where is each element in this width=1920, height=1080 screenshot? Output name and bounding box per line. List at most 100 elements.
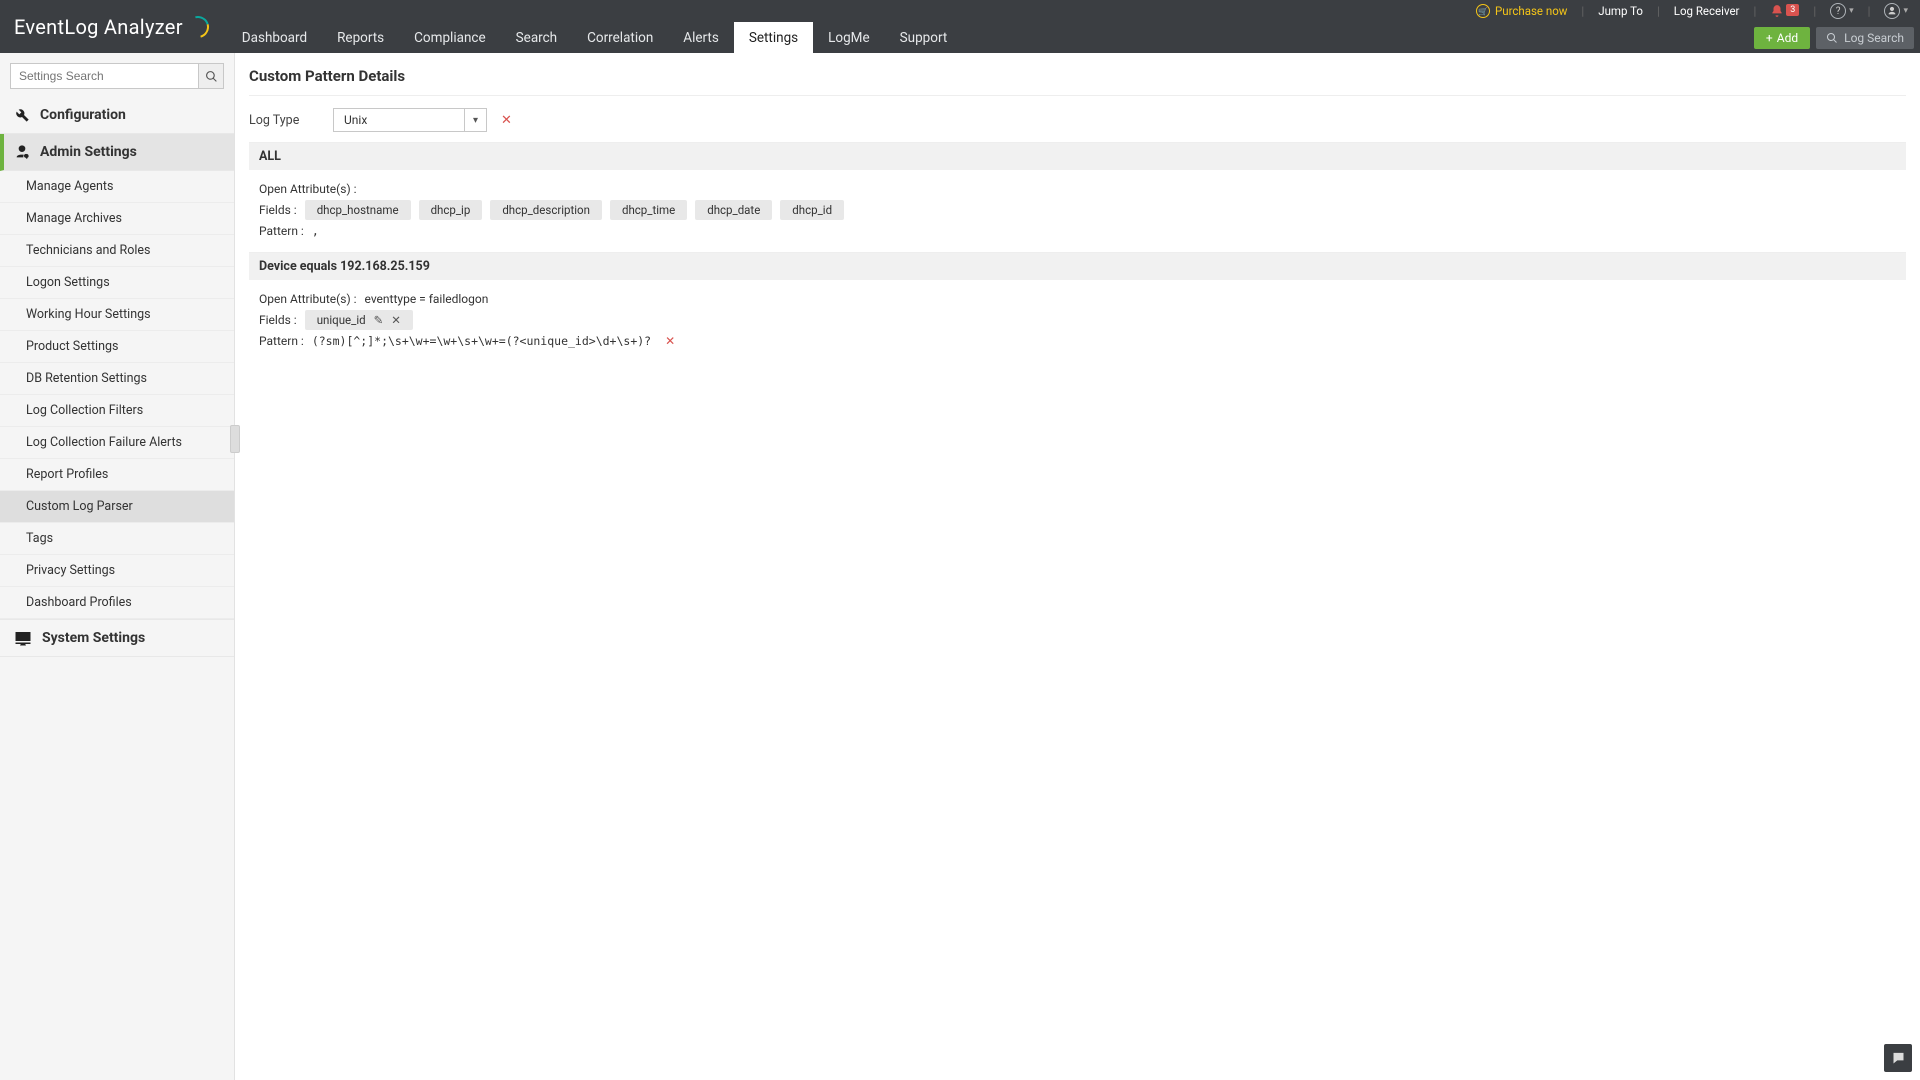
remove-pattern-button[interactable]: ✕ [665, 334, 675, 348]
sidebar-item-technicians-and-roles[interactable]: Technicians and Roles [0, 235, 234, 267]
pattern-label: Pattern : [259, 334, 304, 348]
sidebar-collapse-handle[interactable] [230, 425, 240, 453]
section-label: Configuration [40, 107, 126, 123]
sidebar-section-system[interactable]: System Settings [0, 619, 234, 657]
topbar: EventLog Analyzer 🛒 Purchase now | Jump … [0, 0, 1920, 53]
monitor-icon [14, 630, 32, 646]
notification-count-badge: 3 [1786, 4, 1799, 16]
field-chip[interactable]: dhcp_time [610, 200, 687, 220]
plus-icon: + [1766, 31, 1773, 45]
field-chip[interactable]: dhcp_ip [419, 200, 483, 220]
sidebar-section-admin[interactable]: Admin Settings [0, 134, 234, 171]
chat-button[interactable] [1884, 1044, 1912, 1072]
nav-logme[interactable]: LogMe [813, 22, 885, 53]
open-attributes-row: Open Attribute(s) : eventtype = failedlo… [259, 292, 1896, 306]
notifications-button[interactable]: 3 [1770, 4, 1799, 18]
nav-search[interactable]: Search [501, 22, 572, 53]
field-chip[interactable]: dhcp_id [780, 200, 844, 220]
separator: | [1581, 4, 1584, 18]
nav-reports[interactable]: Reports [322, 22, 399, 53]
purchase-label: Purchase now [1495, 4, 1567, 18]
pattern-group: ALL Open Attribute(s) : Fields : dhcp_hostn… [249, 142, 1906, 252]
cart-icon: 🛒 [1476, 4, 1490, 18]
sidebar-item-log-collection-failure-alerts[interactable]: Log Collection Failure Alerts [0, 427, 234, 459]
nav-settings[interactable]: Settings [734, 22, 813, 53]
help-button[interactable]: ?▾ [1830, 3, 1854, 19]
log-receiver-link[interactable]: Log Receiver [1674, 4, 1740, 18]
admin-settings-list: Manage AgentsManage ArchivesTechnicians … [0, 171, 234, 619]
chevron-down-icon[interactable]: ▾ [464, 109, 486, 131]
nav-alerts[interactable]: Alerts [668, 22, 734, 53]
sidebar-item-report-profiles[interactable]: Report Profiles [0, 459, 234, 491]
wrench-icon [14, 107, 30, 123]
nav-dashboard[interactable]: Dashboard [227, 22, 322, 53]
separator: | [1657, 4, 1660, 18]
pattern-row: Pattern : , [259, 224, 1896, 238]
sidebar-item-custom-log-parser[interactable]: Custom Log Parser [0, 491, 234, 523]
nav-compliance[interactable]: Compliance [399, 22, 501, 53]
top-utility-row: 🛒 Purchase now | Jump To | Log Receiver … [227, 0, 1920, 22]
jump-to-link[interactable]: Jump To [1598, 4, 1643, 18]
settings-search-button[interactable] [198, 63, 224, 89]
field-chip[interactable]: unique_id ✎✕ [305, 310, 413, 330]
edit-icon[interactable]: ✎ [374, 313, 384, 327]
open-attributes-row: Open Attribute(s) : [259, 182, 1896, 196]
sidebar-item-dashboard-profiles[interactable]: Dashboard Profiles [0, 587, 234, 619]
sidebar-item-log-collection-filters[interactable]: Log Collection Filters [0, 395, 234, 427]
user-icon [1884, 3, 1900, 19]
settings-search-input[interactable] [10, 63, 198, 89]
group-header: Device equals 192.168.25.159 [249, 253, 1906, 280]
open-attributes-label: Open Attribute(s) : [259, 292, 357, 306]
separator: | [1753, 4, 1756, 18]
sidebar-item-db-retention-settings[interactable]: DB Retention Settings [0, 363, 234, 395]
group-body: Open Attribute(s) : Fields : dhcp_hostname… [249, 170, 1906, 252]
chat-icon [1891, 1051, 1906, 1066]
fields-row: Fields : dhcp_hostname dhcp_ip dhcp_descrip… [259, 200, 1896, 220]
help-icon: ? [1830, 3, 1846, 19]
sidebar-item-tags[interactable]: Tags [0, 523, 234, 555]
log-type-value: Unix [334, 109, 464, 131]
remove-icon[interactable]: ✕ [391, 313, 401, 327]
sidebar-item-privacy-settings[interactable]: Privacy Settings [0, 555, 234, 587]
group-header: ALL [249, 143, 1906, 170]
sidebar-search [0, 53, 234, 97]
sidebar-item-manage-archives[interactable]: Manage Archives [0, 203, 234, 235]
sidebar-item-product-settings[interactable]: Product Settings [0, 331, 234, 363]
user-menu-button[interactable]: ▾ [1884, 3, 1908, 19]
bell-icon [1770, 4, 1784, 18]
log-type-row: Log Type Unix ▾ ✕ [249, 108, 1906, 132]
pattern-value: (?sm)[^;]*;\s+\w+=\w+\s+\w+=(?<unique_id… [312, 334, 651, 348]
log-type-select[interactable]: Unix ▾ [333, 108, 487, 132]
body: Configuration Admin Settings Manage Agen… [0, 53, 1920, 1080]
nav-support[interactable]: Support [885, 22, 963, 53]
purchase-now-link[interactable]: 🛒 Purchase now [1476, 4, 1567, 18]
field-chip[interactable]: dhcp_hostname [305, 200, 411, 220]
sidebar-item-logon-settings[interactable]: Logon Settings [0, 267, 234, 299]
nav-correlation[interactable]: Correlation [572, 22, 668, 53]
sidebar: Configuration Admin Settings Manage Agen… [0, 53, 235, 1080]
logo-swirl-icon [183, 11, 213, 41]
log-search-label: Log Search [1844, 31, 1904, 45]
sidebar-item-manage-agents[interactable]: Manage Agents [0, 171, 234, 203]
sidebar-item-working-hour-settings[interactable]: Working Hour Settings [0, 299, 234, 331]
add-label: Add [1777, 31, 1798, 45]
field-chip[interactable]: dhcp_description [490, 200, 602, 220]
pattern-value: , [312, 224, 319, 238]
clear-log-type-button[interactable]: ✕ [501, 113, 512, 128]
page-title: Custom Pattern Details [249, 67, 1906, 96]
add-button[interactable]: + Add [1754, 27, 1810, 49]
section-label: Admin Settings [40, 144, 137, 160]
pattern-label: Pattern : [259, 224, 304, 238]
sidebar-section-configuration[interactable]: Configuration [0, 97, 234, 134]
search-icon [205, 70, 218, 83]
fields-label: Fields : [259, 203, 297, 217]
admin-icon [14, 144, 30, 160]
fields-label: Fields : [259, 313, 297, 327]
field-chip[interactable]: dhcp_date [695, 200, 772, 220]
product-logo: EventLog Analyzer [0, 0, 227, 53]
pattern-group: Device equals 192.168.25.159 Open Attribu… [249, 252, 1906, 362]
pattern-groups: ALL Open Attribute(s) : Fields : dhcp_hostn… [249, 142, 1906, 362]
log-search-button[interactable]: Log Search [1816, 27, 1914, 49]
nav-actions: + Add Log Search [1754, 22, 1920, 53]
open-attributes-label: Open Attribute(s) : [259, 182, 357, 196]
